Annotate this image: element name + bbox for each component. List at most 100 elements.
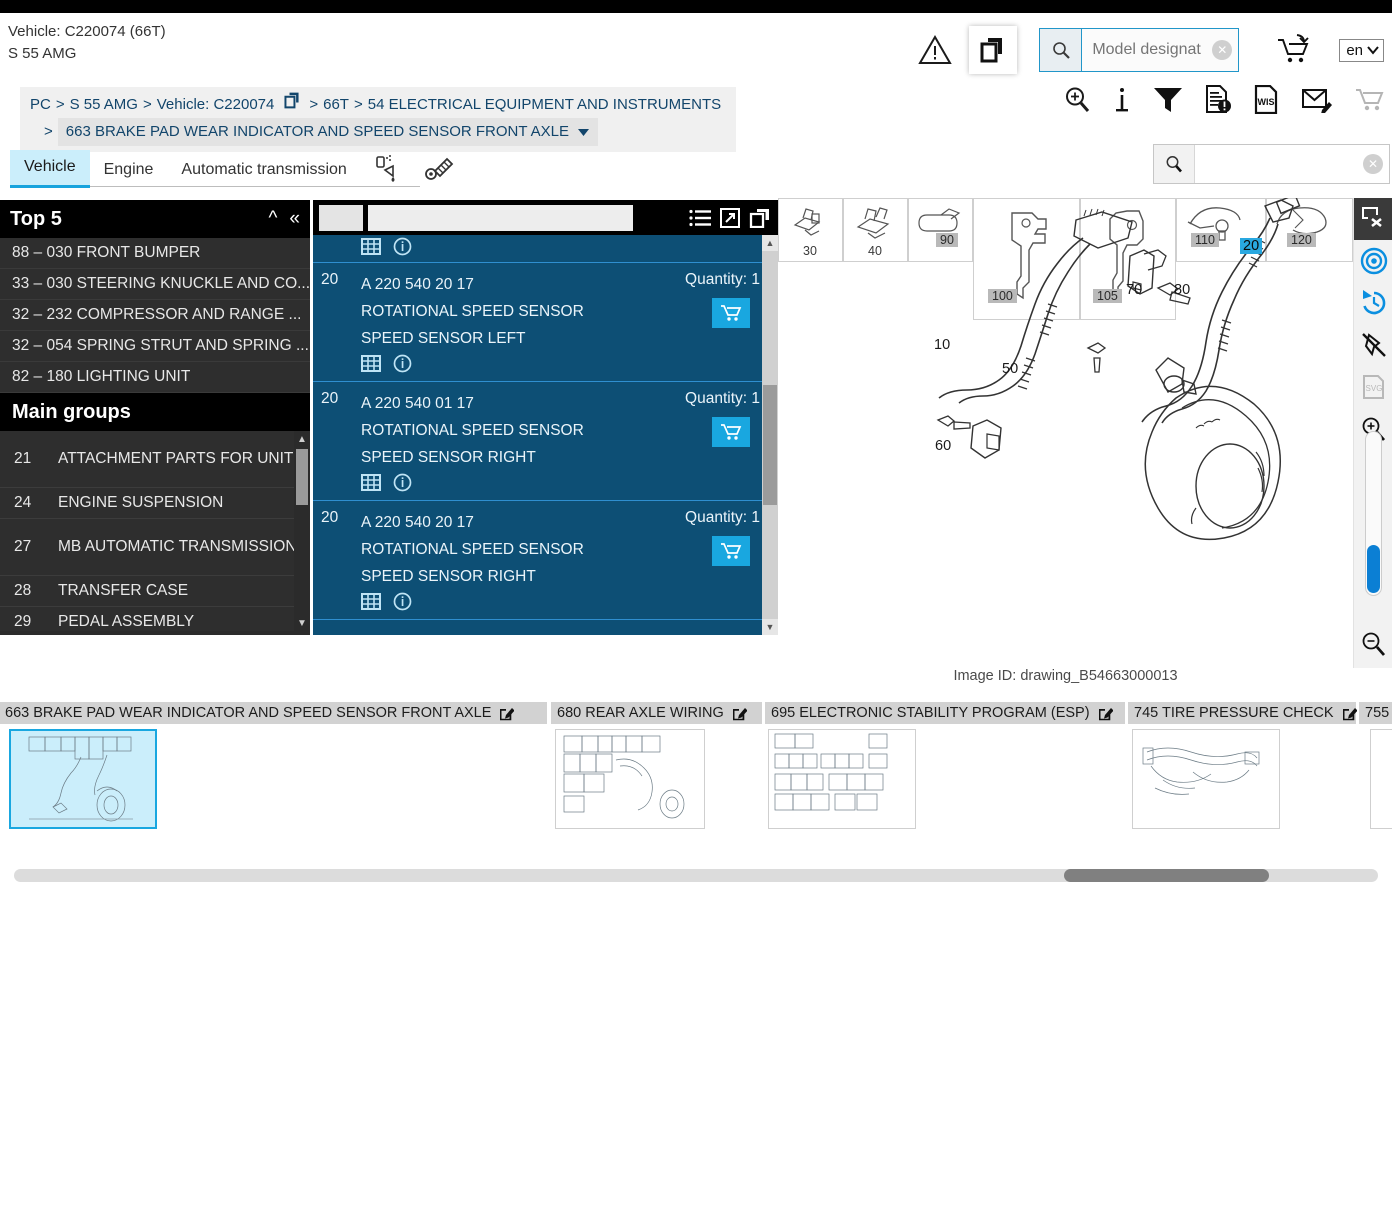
- table-row[interactable]: 20 A 220 540 20 17 ROTATIONAL SPEED SENS…: [313, 263, 778, 382]
- zoom-search-icon[interactable]: [1064, 86, 1091, 113]
- tab-engine[interactable]: Engine: [90, 153, 168, 188]
- zoom-out-icon[interactable]: [1354, 623, 1392, 665]
- search-icon[interactable]: [1154, 145, 1195, 183]
- top5-item-0[interactable]: 88 – 030 FRONT BUMPER: [0, 238, 310, 269]
- scroll-up-icon[interactable]: ▲: [762, 235, 778, 251]
- parts-header-box[interactable]: [319, 204, 363, 231]
- main-group-27[interactable]: 27 MB AUTOMATIC TRANSMISSION: [0, 519, 310, 576]
- technical-drawing[interactable]: [778, 198, 1353, 638]
- tools-bolt-icon[interactable]: [413, 150, 465, 188]
- info-circle-icon[interactable]: [393, 354, 412, 373]
- drawing-thumbnail-680[interactable]: [555, 729, 705, 829]
- add-to-cart-button[interactable]: [712, 536, 750, 566]
- expand-icon[interactable]: [720, 207, 740, 228]
- breadcrumb-item-model[interactable]: S 55 AMG: [70, 92, 138, 118]
- drawing-tab-695[interactable]: 695 ELECTRONIC STABILITY PROGRAM (ESP): [765, 702, 1125, 724]
- callout-80[interactable]: 80: [1174, 282, 1190, 298]
- callout-10[interactable]: 10: [934, 337, 950, 353]
- drawing-thumbnail-745[interactable]: [1132, 729, 1280, 829]
- edit-pencil-icon[interactable]: [499, 706, 515, 721]
- wis-icon[interactable]: WIS: [1254, 85, 1280, 114]
- double-chevron-left-icon[interactable]: «: [289, 208, 300, 230]
- breadcrumb-item-pc[interactable]: PC: [30, 92, 51, 118]
- info-icon[interactable]: [1113, 86, 1131, 114]
- document-alert-icon[interactable]: [1205, 85, 1232, 114]
- clear-icon[interactable]: ✕: [1212, 40, 1233, 60]
- language-selector[interactable]: en: [1339, 38, 1384, 62]
- table-icon[interactable]: [361, 355, 381, 372]
- tab-vehicle[interactable]: Vehicle: [10, 150, 90, 188]
- edit-pencil-icon[interactable]: [732, 706, 747, 721]
- top5-item-2[interactable]: 32 – 232 COMPRESSOR AND RANGE ...: [0, 300, 310, 331]
- copy-icon[interactable]: [283, 91, 301, 118]
- tab-automatic-transmission[interactable]: Automatic transmission: [167, 153, 360, 188]
- top-black-strip: [0, 0, 1392, 13]
- parts-scrollbar[interactable]: ▲ ▼: [762, 235, 778, 635]
- drawing-tab-663[interactable]: 663 BRAKE PAD WEAR INDICATOR AND SPEED S…: [0, 702, 547, 724]
- edit-pencil-icon[interactable]: [1098, 706, 1113, 721]
- filter-icon[interactable]: [1153, 86, 1183, 114]
- table-icon[interactable]: [361, 238, 381, 255]
- zoom-slider-knob[interactable]: [1367, 545, 1380, 593]
- drawing-thumbnail-695[interactable]: [768, 729, 916, 829]
- scroll-down-icon[interactable]: ▼: [762, 619, 778, 635]
- callout-50[interactable]: 50: [1002, 361, 1018, 377]
- mail-edit-icon[interactable]: [1302, 87, 1332, 113]
- scroll-thumb[interactable]: [763, 385, 777, 505]
- search-icon[interactable]: [1040, 29, 1083, 71]
- table-icon[interactable]: [361, 593, 381, 610]
- callout-60[interactable]: 60: [935, 438, 951, 454]
- info-circle-icon[interactable]: [393, 237, 412, 256]
- add-to-cart-button[interactable]: [712, 417, 750, 447]
- top5-item-4[interactable]: 82 – 180 LIGHTING UNIT: [0, 362, 310, 393]
- info-circle-icon[interactable]: [393, 592, 412, 611]
- table-row[interactable]: 20 A 220 540 20 17 ROTATIONAL SPEED SENS…: [313, 501, 778, 620]
- scroll-up-icon[interactable]: ▲: [294, 431, 310, 447]
- main-group-24[interactable]: 24 ENGINE SUSPENSION: [0, 488, 310, 519]
- breadcrumb-item-group[interactable]: 54 ELECTRICAL EQUIPMENT AND INSTRUMENTS: [368, 92, 721, 118]
- main-group-28[interactable]: 28 TRANSFER CASE: [0, 576, 310, 607]
- unpin-icon[interactable]: [1354, 324, 1392, 366]
- chevron-up-icon[interactable]: ^: [269, 208, 278, 230]
- drawing-tab-680[interactable]: 680 REAR AXLE WIRING: [551, 702, 762, 724]
- table-icon[interactable]: [361, 474, 381, 491]
- catalog-search-input[interactable]: [1195, 145, 1389, 183]
- parts-panel-header: [313, 200, 778, 235]
- sidebar-scrollbar[interactable]: ▲ ▼: [294, 431, 310, 631]
- drawing-tab-745[interactable]: 745 TIRE PRESSURE CHECK: [1128, 702, 1357, 724]
- zoom-slider[interactable]: [1365, 431, 1382, 596]
- list-view-icon[interactable]: [689, 209, 711, 227]
- callout-20[interactable]: 20: [1240, 238, 1263, 254]
- top5-item-1[interactable]: 33 – 030 STEERING KNUCKLE AND CO...: [0, 269, 310, 300]
- horizontal-scroll-thumb[interactable]: [1064, 869, 1269, 882]
- breadcrumb-item-variant[interactable]: 66T: [323, 92, 349, 118]
- close-window-icon[interactable]: [1354, 198, 1392, 240]
- table-row-partial[interactable]: [313, 235, 778, 263]
- info-circle-icon[interactable]: [393, 473, 412, 492]
- target-focus-icon[interactable]: [1354, 240, 1392, 282]
- edit-pencil-icon[interactable]: [1342, 706, 1357, 721]
- scroll-down-icon[interactable]: ▼: [294, 615, 310, 631]
- breadcrumb-item-vehicle[interactable]: Vehicle: C220074: [157, 92, 275, 118]
- cart-add-icon[interactable]: [1269, 26, 1317, 74]
- callout-70[interactable]: 70: [1126, 282, 1142, 298]
- paint-spray-icon[interactable]: [361, 150, 413, 188]
- clear-icon[interactable]: ✕: [1363, 154, 1383, 174]
- scroll-thumb[interactable]: [296, 449, 308, 505]
- table-row[interactable]: 20 A 220 540 01 17 ROTATIONAL SPEED SENS…: [313, 382, 778, 501]
- copy-icon[interactable]: [969, 26, 1018, 74]
- parts-filter-input[interactable]: [368, 204, 633, 231]
- drawing-thumbnail-663[interactable]: [9, 729, 157, 829]
- horizontal-scrollbar[interactable]: [14, 869, 1378, 882]
- warning-icon[interactable]: [915, 25, 955, 75]
- copy-icon[interactable]: [749, 208, 770, 228]
- history-undo-icon[interactable]: [1354, 282, 1392, 324]
- drawing-thumbnail-755[interactable]: [1370, 729, 1392, 829]
- breadcrumb-current[interactable]: 663 BRAKE PAD WEAR INDICATOR AND SPEED S…: [57, 118, 598, 146]
- main-group-29[interactable]: 29 PEDAL ASSEMBLY: [0, 607, 310, 631]
- main-group-21[interactable]: 21 ATTACHMENT PARTS FOR UNITS: [0, 431, 310, 488]
- cart-icon[interactable]: [1354, 87, 1384, 113]
- top5-item-3[interactable]: 32 – 054 SPRING STRUT AND SPRING ...: [0, 331, 310, 362]
- drawing-tab-755[interactable]: 755: [1359, 702, 1392, 724]
- add-to-cart-button[interactable]: [712, 298, 750, 328]
